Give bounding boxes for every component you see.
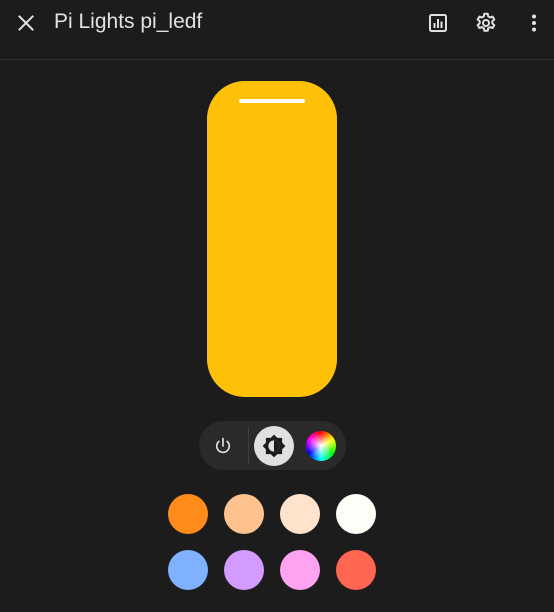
favorite-color-swatch[interactable]: [280, 494, 320, 534]
control-mode-bar: [199, 421, 346, 470]
dots-vertical-icon: [532, 14, 536, 32]
favorite-color-swatch[interactable]: [280, 550, 320, 590]
more-options-button[interactable]: [514, 3, 554, 43]
brightness-mode-button[interactable]: [254, 426, 294, 466]
close-icon: [18, 15, 34, 31]
dialog-title: Pi Lights pi_ledf: [54, 10, 203, 33]
dialog-header: Pi Lights pi_ledf: [0, 0, 554, 60]
favorite-color-swatch[interactable]: [224, 494, 264, 534]
color-wheel-icon: [306, 431, 336, 461]
chart-bar-icon: [429, 14, 447, 32]
settings-button[interactable]: [466, 3, 506, 43]
brightness-slider-handle[interactable]: [239, 99, 305, 103]
brightness-slider-fill: [207, 81, 337, 397]
more-info-dialog: Pi Lights pi_ledf: [0, 0, 554, 612]
brightness-slider[interactable]: [207, 81, 337, 397]
favorite-color-swatch[interactable]: [224, 550, 264, 590]
favorite-color-swatch[interactable]: [168, 494, 208, 534]
favorite-color-swatch[interactable]: [336, 550, 376, 590]
brightness-icon: [262, 434, 286, 458]
gear-icon: [476, 12, 496, 32]
close-button[interactable]: [6, 3, 46, 43]
history-button[interactable]: [418, 3, 458, 43]
power-toggle-button[interactable]: [203, 426, 243, 466]
mode-divider: [248, 427, 249, 464]
power-icon: [215, 437, 231, 454]
color-mode-button[interactable]: [301, 426, 341, 466]
favorite-color-swatch[interactable]: [336, 494, 376, 534]
favorite-color-swatch[interactable]: [168, 550, 208, 590]
